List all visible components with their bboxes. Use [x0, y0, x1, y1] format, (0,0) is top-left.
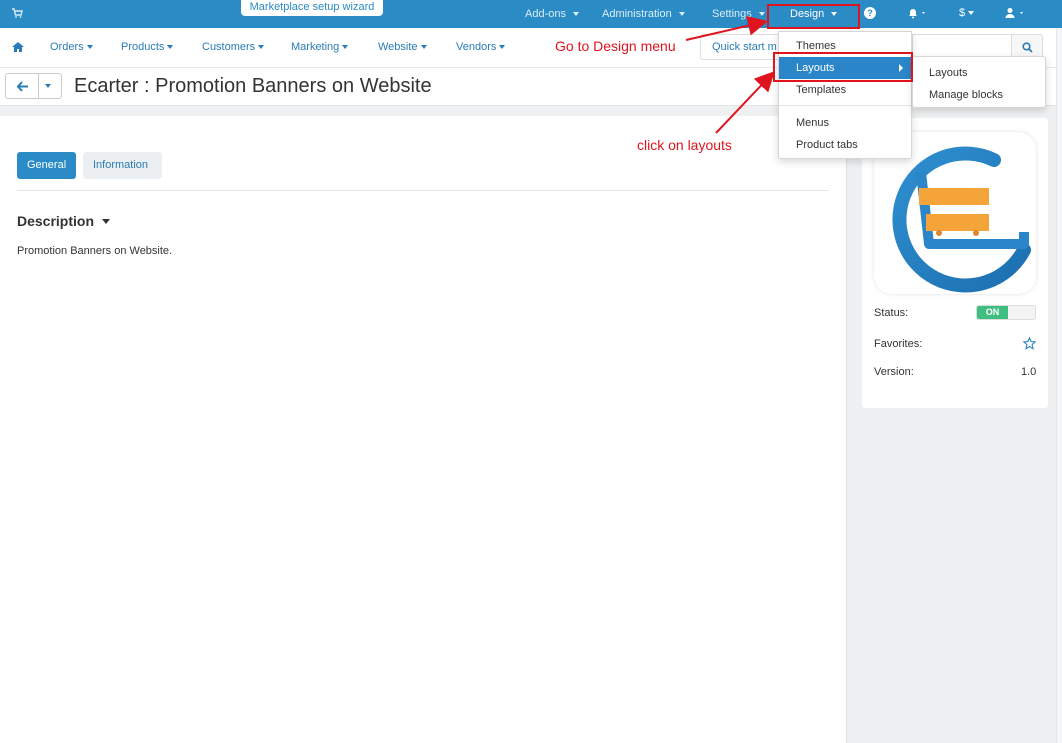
chevron-down-icon	[572, 12, 579, 16]
search-icon	[1022, 42, 1033, 53]
topnav-settings-label: Settings	[712, 8, 752, 20]
chevron-down-icon	[499, 45, 506, 50]
favorites-label: Favorites:	[874, 338, 923, 350]
main-content	[0, 106, 846, 743]
nav-vendors-label: Vendors	[456, 41, 497, 53]
scrollbar[interactable]	[1056, 28, 1062, 743]
chevron-down-icon[interactable]	[102, 219, 110, 224]
nav-products[interactable]: Products	[121, 41, 174, 53]
nav-customers-label: Customers	[202, 41, 256, 53]
topnav-settings[interactable]: Settings	[712, 0, 765, 28]
tab-general[interactable]: General	[17, 152, 76, 179]
nav-customers[interactable]: Customers	[202, 41, 265, 53]
home-icon[interactable]	[12, 42, 24, 52]
status-toggle[interactable]: ON	[976, 305, 1036, 320]
star-icon[interactable]	[1023, 337, 1036, 350]
nav-marketing[interactable]: Marketing	[291, 41, 349, 53]
version-value: 1.0	[1021, 366, 1037, 378]
chevron-down-icon	[758, 12, 765, 16]
cart-icon[interactable]	[11, 7, 23, 19]
nav-orders[interactable]: Orders	[50, 41, 93, 53]
nav-vendors[interactable]: Vendors	[456, 41, 506, 53]
chevron-down-icon	[678, 12, 685, 16]
nav-marketing-label: Marketing	[291, 41, 340, 53]
quick-start-button[interactable]: Quick start m	[700, 34, 778, 60]
page-title: Ecarter : Promotion Banners on Website	[74, 75, 432, 97]
back-button[interactable]	[5, 73, 39, 99]
description-text: Promotion Banners on Website.	[17, 245, 173, 257]
back-dropdown-button[interactable]	[38, 73, 62, 99]
chevron-down-icon	[86, 45, 93, 50]
menu-item-product-tabs[interactable]: Product tabs	[779, 134, 911, 156]
topnav-addons-label: Add-ons	[525, 8, 566, 20]
submenu-item-layouts[interactable]: Layouts	[913, 62, 1045, 84]
user-icon[interactable]	[1004, 7, 1028, 19]
bell-icon[interactable]	[907, 7, 929, 19]
help-icon[interactable]: ?	[864, 7, 876, 19]
submenu-item-manage-blocks[interactable]: Manage blocks	[913, 84, 1045, 106]
nav-products-label: Products	[121, 41, 165, 53]
chevron-down-icon	[968, 11, 975, 16]
menu-item-menus[interactable]: Menus	[779, 112, 911, 134]
annotation-go-design: Go to Design menu	[555, 38, 676, 54]
currency-selector[interactable]: $	[959, 0, 975, 26]
topnav-administration-label: Administration	[602, 8, 672, 20]
version-label: Version:	[874, 366, 914, 378]
nav-orders-label: Orders	[50, 41, 84, 53]
annotation-box-design	[767, 4, 860, 29]
chevron-down-icon	[342, 45, 349, 50]
nav-website[interactable]: Website	[378, 41, 427, 53]
topnav-addons[interactable]: Add-ons	[525, 0, 579, 28]
chevron-down-icon	[167, 45, 174, 50]
status-label: Status:	[874, 307, 909, 319]
design-dropdown-menu: Themes Layouts Templates Menus Product t…	[778, 31, 912, 159]
layouts-submenu: Layouts Manage blocks	[912, 56, 1046, 108]
topnav-administration[interactable]: Administration	[602, 0, 685, 28]
chevron-down-icon	[45, 84, 51, 88]
marketplace-setup-wizard-button[interactable]: Marketplace setup wizard	[241, 0, 383, 16]
chevron-down-icon	[420, 45, 427, 50]
nav-website-label: Website	[378, 41, 418, 53]
chevron-down-icon	[258, 45, 265, 50]
menu-divider	[779, 105, 911, 106]
annotation-click-layouts: click on layouts	[637, 137, 732, 153]
description-heading[interactable]: Description	[17, 213, 94, 229]
tabs-divider	[17, 190, 829, 191]
arrow-left-icon	[17, 81, 28, 92]
annotation-box-layouts	[773, 52, 913, 82]
menu-item-templates[interactable]: Templates	[779, 79, 911, 101]
status-toggle-on: ON	[977, 306, 1008, 319]
tab-information[interactable]: Information	[83, 152, 162, 179]
currency-label: $	[959, 7, 966, 19]
